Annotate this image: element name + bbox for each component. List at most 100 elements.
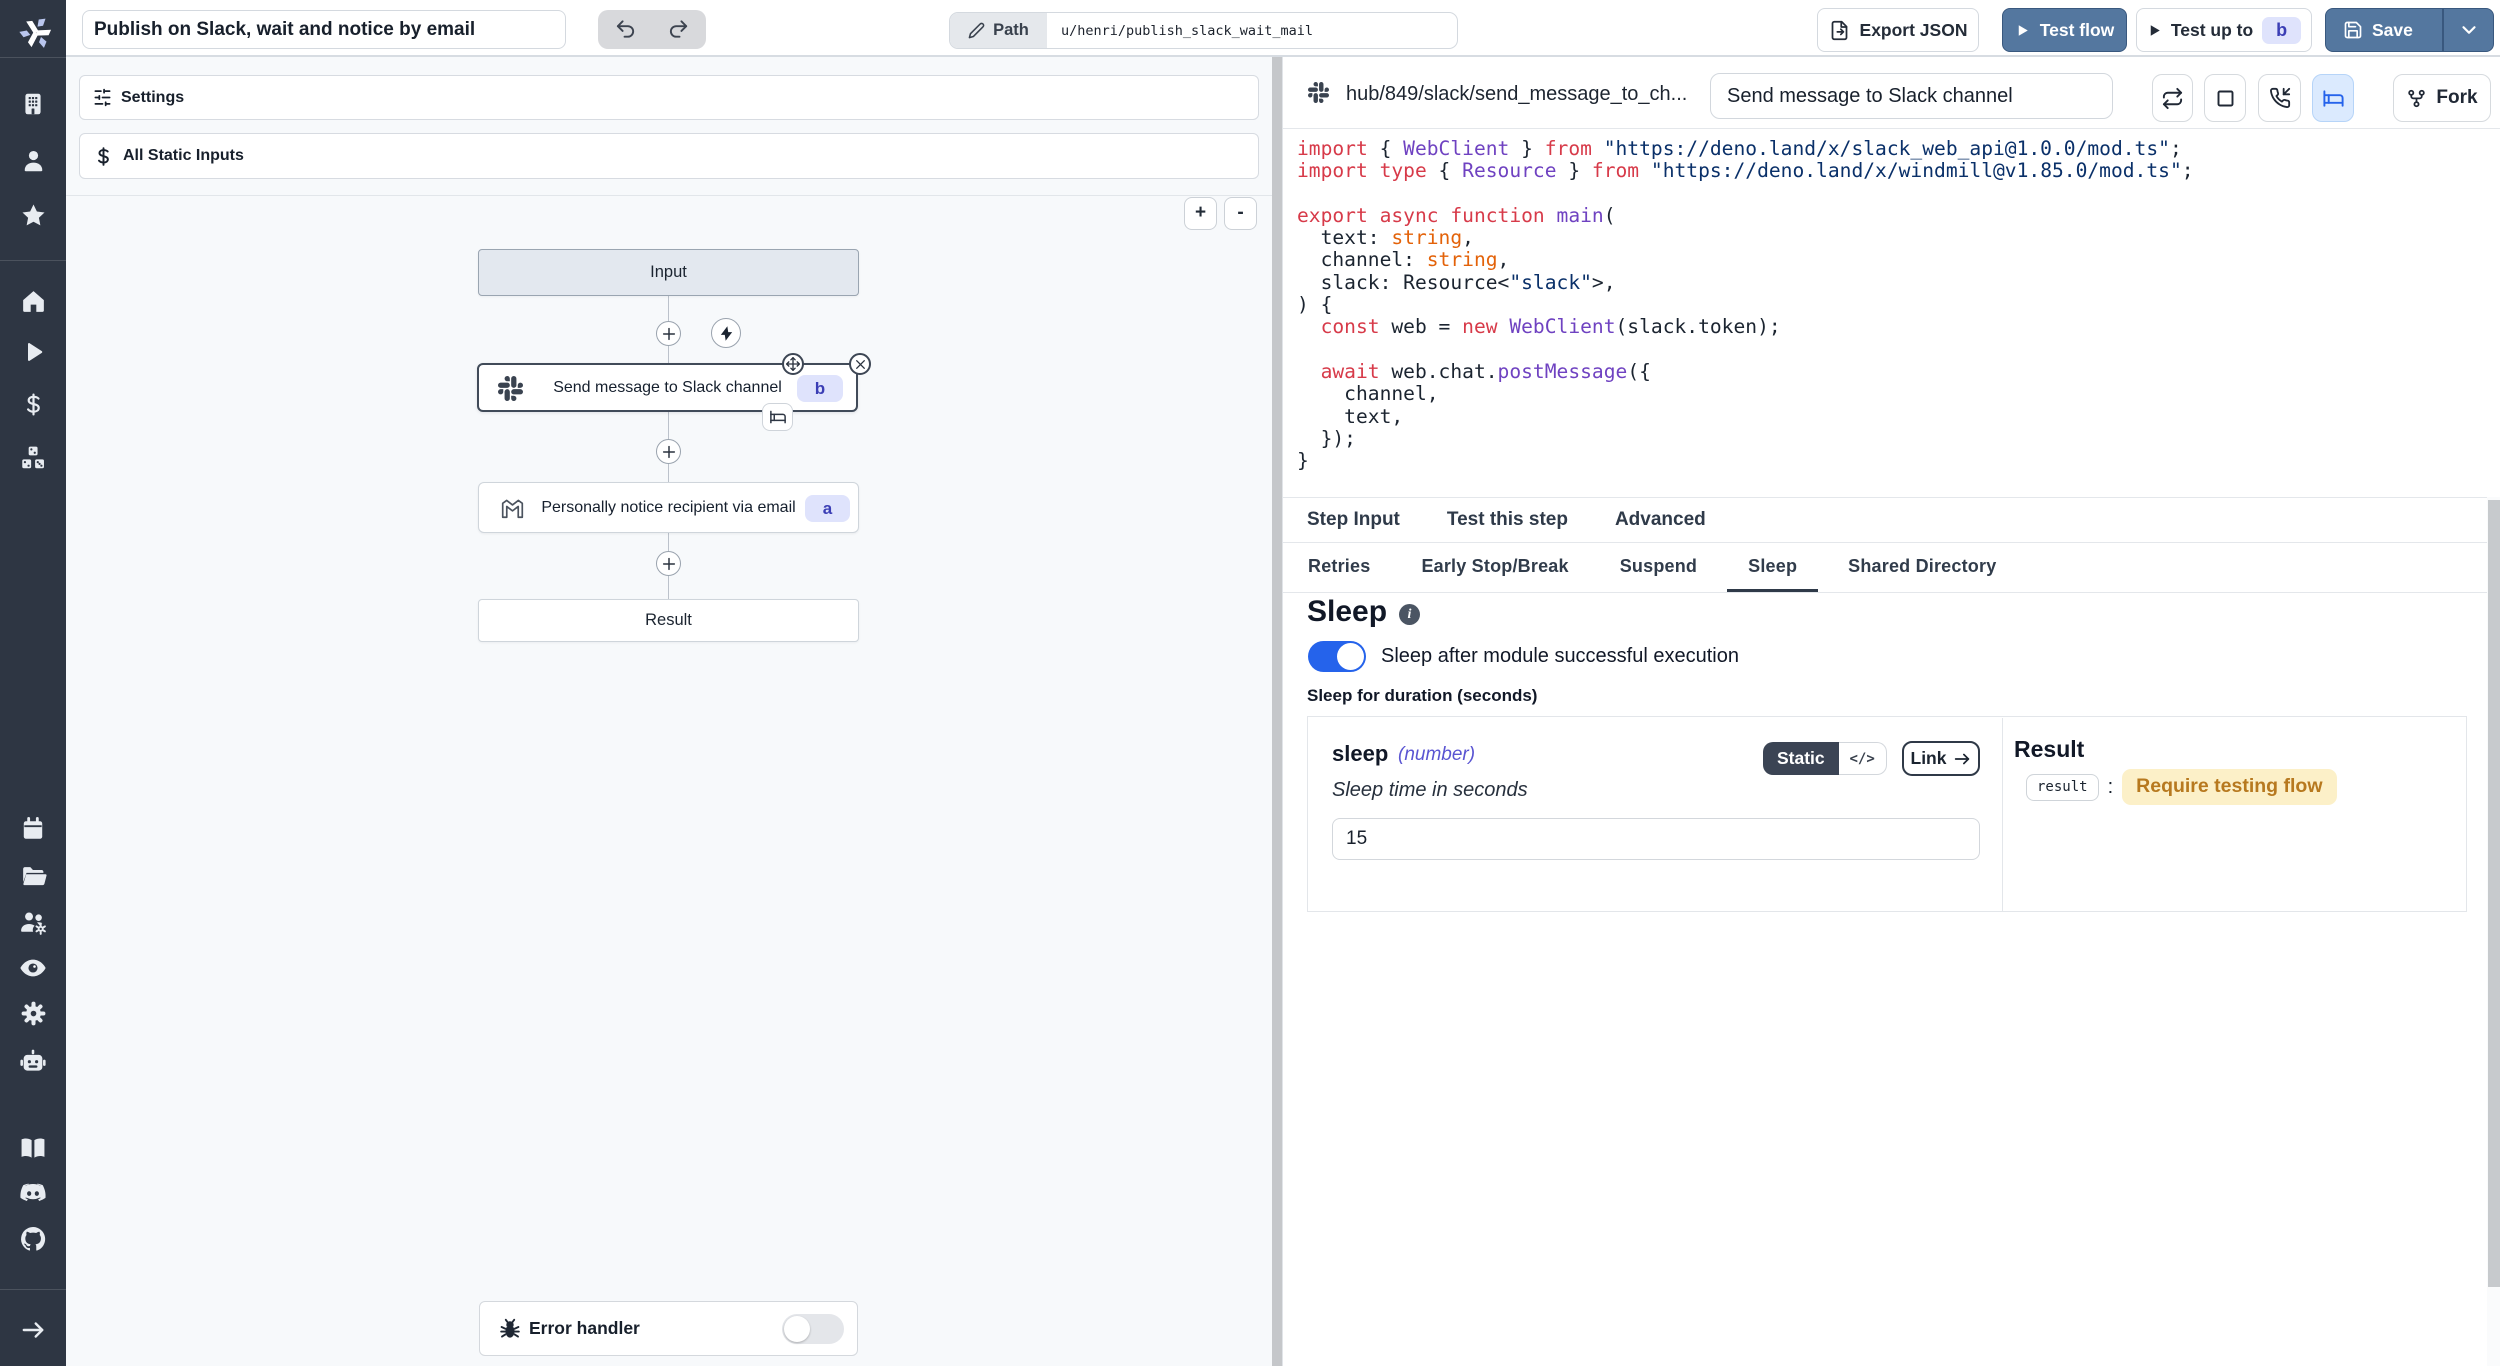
code-token: ) {: [1297, 293, 1332, 316]
github-icon: [19, 1225, 47, 1253]
tab-advanced[interactable]: Advanced: [1615, 509, 1706, 531]
sidebar-item-collapse[interactable]: [0, 1317, 66, 1343]
sidebar-item-user[interactable]: [0, 147, 66, 174]
subtab-retries[interactable]: Retries: [1287, 543, 1391, 592]
error-handler-node[interactable]: Error handler: [479, 1301, 858, 1356]
windmill-logo[interactable]: [17, 11, 54, 50]
stop-after-button[interactable]: [2204, 74, 2246, 122]
code-token: ,: [1498, 248, 1510, 271]
file-export-icon: [1829, 20, 1850, 41]
result-node[interactable]: Result: [478, 599, 859, 642]
code-token: type: [1380, 159, 1427, 182]
suspend-button[interactable]: [2258, 74, 2301, 122]
sleep-toggle[interactable]: [1308, 641, 1366, 672]
sidebar-item-runs[interactable]: [0, 340, 66, 364]
result-colon: :: [2108, 776, 2114, 799]
link-button[interactable]: Link: [1902, 741, 1980, 776]
sidebar-item-docs[interactable]: [0, 1134, 66, 1162]
code-editor[interactable]: import { WebClient } from "https://deno.…: [1283, 129, 2500, 497]
export-json-button[interactable]: Export JSON: [1817, 8, 1979, 52]
hub-script-path[interactable]: hub/849/slack/send_message_to_ch...: [1346, 83, 1687, 106]
sidebar-item-resources[interactable]: [0, 444, 66, 472]
step-name-input[interactable]: [1710, 73, 2113, 119]
subtab-sleep[interactable]: Sleep: [1727, 543, 1818, 592]
tab-test-this-step[interactable]: Test this step: [1447, 509, 1568, 531]
sidebar-item-favorites[interactable]: [0, 202, 66, 229]
code-token: [1639, 159, 1651, 182]
settings-row[interactable]: Settings: [79, 75, 1259, 120]
sleep-config-box: sleep (number) Static </> Link Sleep tim…: [1307, 716, 2467, 912]
redo-button[interactable]: [668, 18, 691, 41]
tab-step-input[interactable]: Step Input: [1307, 509, 1400, 531]
label: Link: [1911, 748, 1947, 769]
step-node-email[interactable]: Personally notice recipient via email a: [478, 482, 859, 533]
code-token: WebClient: [1509, 315, 1615, 338]
code-token: channel:: [1297, 248, 1427, 271]
sidebar-item-workers[interactable]: [0, 1047, 66, 1075]
sleep-value-input[interactable]: [1332, 818, 1980, 860]
test-up-to-button[interactable]: Test up tob: [2136, 8, 2312, 52]
scrollbar[interactable]: [2487, 497, 2500, 1366]
bug-icon: [498, 1317, 522, 1341]
code-token: web =: [1380, 315, 1463, 338]
sidebar-item-workspace[interactable]: [0, 91, 66, 117]
add-step-button[interactable]: [656, 551, 681, 576]
star-icon: [20, 202, 47, 229]
path-value[interactable]: u/henri/publish_slack_wait_mail: [1047, 13, 1457, 48]
subtab-shared-directory[interactable]: Shared Directory: [1827, 543, 2017, 592]
code-mode-button[interactable]: </>: [1839, 742, 1887, 775]
plus-icon: [661, 326, 677, 342]
code-token: Resource: [1462, 159, 1556, 182]
zoom-out-button[interactable]: -: [1224, 197, 1257, 230]
code-token: "https://deno.land/x/windmill@v1.85.0/mo…: [1651, 159, 2182, 182]
sidebar-item-audit-logs[interactable]: [0, 954, 66, 982]
sidebar-divider: [0, 1289, 66, 1290]
flow-name-input[interactable]: [82, 10, 566, 49]
code-token: text:: [1297, 226, 1391, 249]
code-token: >,: [1592, 271, 1616, 294]
code-token: from: [1592, 159, 1639, 182]
person-icon: [20, 147, 47, 174]
test-flow-button[interactable]: Test flow: [2002, 8, 2127, 52]
plus-icon: [661, 556, 677, 572]
delete-step-button[interactable]: [849, 353, 871, 375]
sleep-button[interactable]: [2312, 74, 2354, 122]
trigger-button[interactable]: [711, 318, 741, 348]
subtab-early-stop-break[interactable]: Early Stop/Break: [1400, 543, 1589, 592]
sidebar-item-groups[interactable]: [0, 908, 66, 936]
save-dropdown-button[interactable]: [2443, 8, 2494, 52]
path-label[interactable]: Path: [950, 13, 1047, 48]
zoom-in-button[interactable]: +: [1184, 197, 1217, 230]
static-mode-button[interactable]: Static: [1763, 742, 1839, 775]
sleep-indicator: [762, 403, 793, 431]
sidebar-item-folders[interactable]: [0, 862, 66, 889]
sidebar-divider: [0, 260, 66, 261]
input-node[interactable]: Input: [478, 249, 859, 296]
field-type: (number): [1398, 744, 1475, 766]
move-step-handle[interactable]: [782, 353, 804, 375]
sidebar: [0, 0, 66, 1366]
sidebar-item-schedules[interactable]: [0, 816, 66, 842]
panel-resize-handle[interactable]: [1272, 57, 1282, 1366]
fork-button[interactable]: Fork: [2393, 74, 2491, 122]
error-handler-toggle[interactable]: [782, 1314, 844, 1344]
undo-button[interactable]: [614, 18, 637, 41]
dollar-icon: [93, 146, 114, 167]
reload-script-button[interactable]: [2152, 74, 2193, 122]
sidebar-item-discord[interactable]: [0, 1179, 66, 1207]
sidebar-item-variables[interactable]: [0, 392, 66, 417]
sidebar-item-settings[interactable]: [0, 1000, 66, 1027]
subtab-suspend[interactable]: Suspend: [1599, 543, 1718, 592]
add-step-button[interactable]: [656, 439, 681, 464]
code-token: text,: [1297, 405, 1403, 428]
add-step-button[interactable]: [656, 321, 681, 346]
code-content: import { WebClient } from "https://deno.…: [1283, 129, 2500, 472]
move-icon: [785, 356, 801, 372]
sidebar-item-home[interactable]: [0, 288, 66, 315]
sidebar-item-github[interactable]: [0, 1225, 66, 1253]
scrollbar-thumb[interactable]: [2488, 500, 2500, 1287]
code-token: channel,: [1297, 382, 1439, 405]
info-icon[interactable]: i: [1399, 604, 1420, 625]
all-static-inputs-row[interactable]: All Static Inputs: [79, 133, 1259, 179]
panel-divider: [66, 195, 1272, 196]
